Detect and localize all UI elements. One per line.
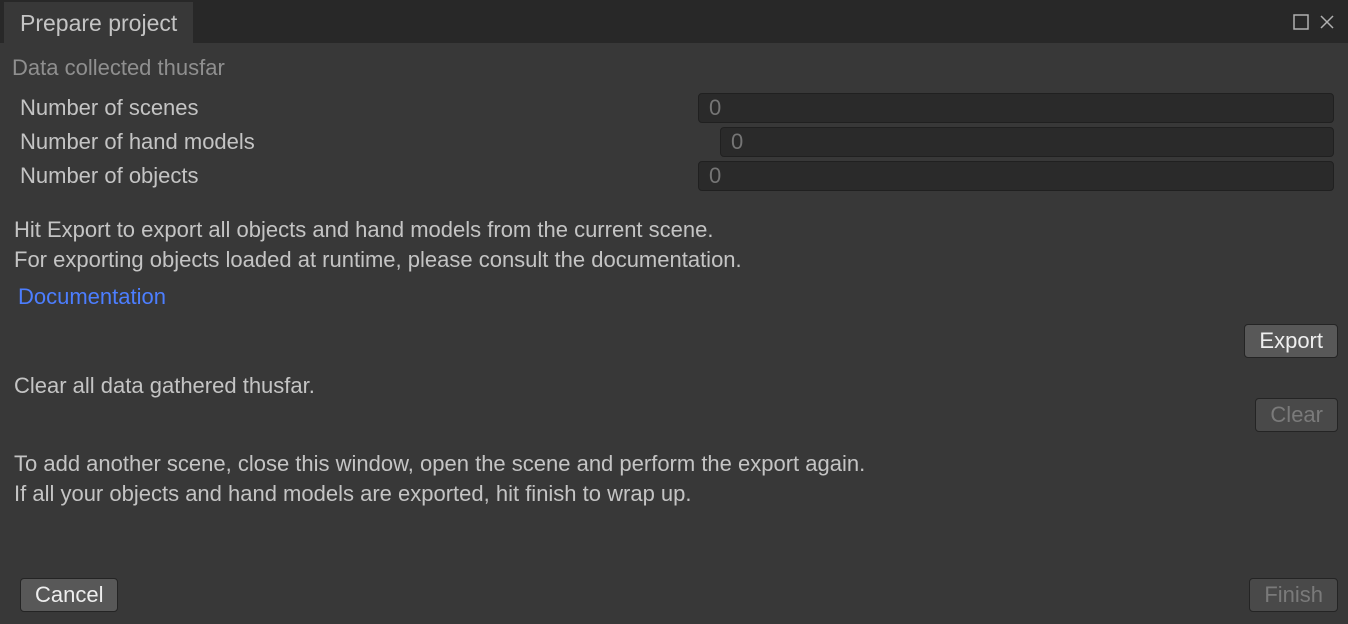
tab-prepare-project[interactable]: Prepare project	[4, 2, 193, 45]
tab-bar: Prepare project	[0, 0, 1348, 43]
input-objects[interactable]	[698, 161, 1334, 191]
label-objects: Number of objects	[14, 163, 199, 189]
field-row-scenes: Number of scenes	[14, 93, 1334, 123]
label-hand-models: Number of hand models	[14, 129, 255, 155]
field-row-objects: Number of objects	[14, 161, 1334, 191]
section-heading: Data collected thusfar	[12, 55, 1334, 81]
input-hand-models[interactable]	[720, 127, 1334, 157]
window-controls	[1292, 13, 1348, 31]
clear-button[interactable]: Clear	[1255, 398, 1338, 432]
content-area: Data collected thusfar Number of scenes …	[0, 43, 1348, 624]
help-text-export: Hit Export to export all objects and han…	[14, 215, 1334, 274]
tab-label: Prepare project	[20, 10, 177, 37]
finish-button[interactable]: Finish	[1249, 578, 1338, 612]
help-text-clear: Clear all data gathered thusfar.	[14, 373, 315, 399]
field-row-hand-models: Number of hand models	[14, 127, 1334, 157]
maximize-icon[interactable]	[1292, 13, 1310, 31]
cancel-button[interactable]: Cancel	[20, 578, 118, 612]
help-text-add-scene: To add another scene, close this window,…	[14, 449, 865, 508]
label-scenes: Number of scenes	[14, 95, 199, 121]
export-button[interactable]: Export	[1244, 324, 1338, 358]
input-scenes[interactable]	[698, 93, 1334, 123]
documentation-link[interactable]: Documentation	[14, 284, 166, 310]
close-icon[interactable]	[1318, 13, 1336, 31]
